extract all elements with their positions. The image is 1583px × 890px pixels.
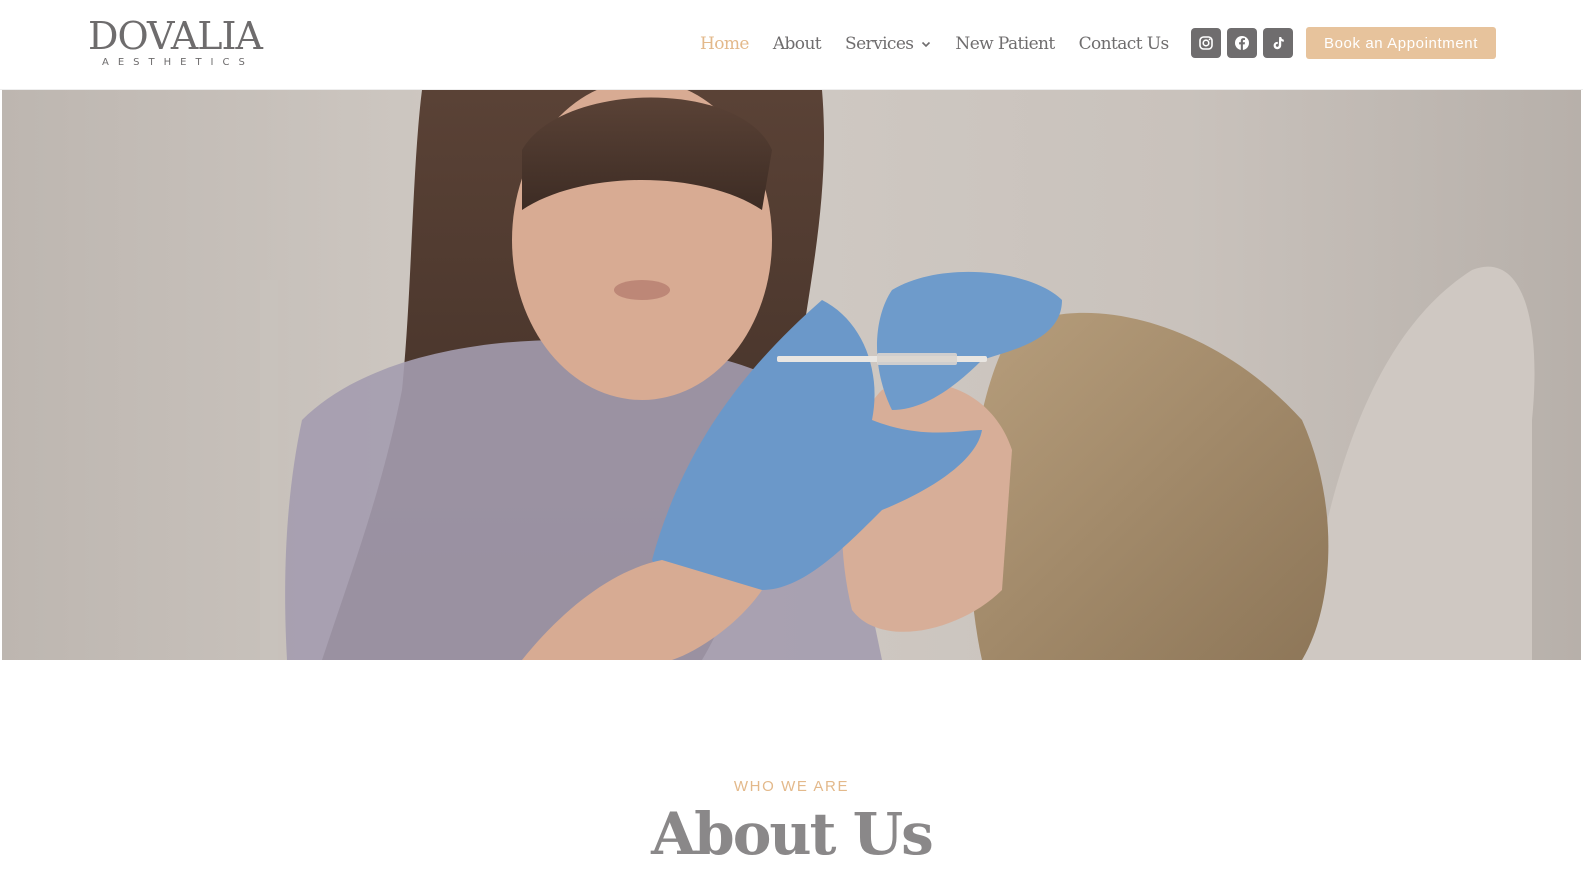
facebook-icon (1235, 36, 1249, 50)
site-header: DOVALIA AESTHETICS Home About Services N… (0, 0, 1583, 90)
logo-tagline: AESTHETICS (102, 57, 254, 68)
nav-about[interactable]: About (773, 34, 822, 54)
site-logo[interactable]: DOVALIA AESTHETICS (88, 16, 263, 74)
chevron-down-icon (922, 41, 931, 48)
nav-contact[interactable]: Contact Us (1079, 34, 1170, 54)
nav-services-label: Services (845, 34, 914, 54)
social-links (1191, 28, 1299, 58)
main-nav: Home About Services New Patient Contact … (700, 30, 1193, 58)
treatment-photo (2, 90, 1581, 660)
tiktok-icon (1273, 37, 1284, 50)
nav-services[interactable]: Services (845, 34, 931, 54)
facebook-button[interactable] (1227, 28, 1257, 58)
instagram-icon (1199, 36, 1213, 50)
book-appointment-button[interactable]: Book an Appointment (1306, 27, 1496, 59)
about-title: About Us (651, 800, 934, 868)
nav-home[interactable]: Home (700, 34, 749, 54)
about-eyebrow: WHO WE ARE (733, 778, 850, 795)
instagram-button[interactable] (1191, 28, 1221, 58)
logo-wordmark: DOVALIA (88, 14, 263, 58)
about-section: WHO WE ARE About Us (0, 660, 1583, 890)
hero-image (2, 90, 1581, 660)
tiktok-button[interactable] (1263, 28, 1293, 58)
nav-new-patient[interactable]: New Patient (955, 34, 1055, 54)
